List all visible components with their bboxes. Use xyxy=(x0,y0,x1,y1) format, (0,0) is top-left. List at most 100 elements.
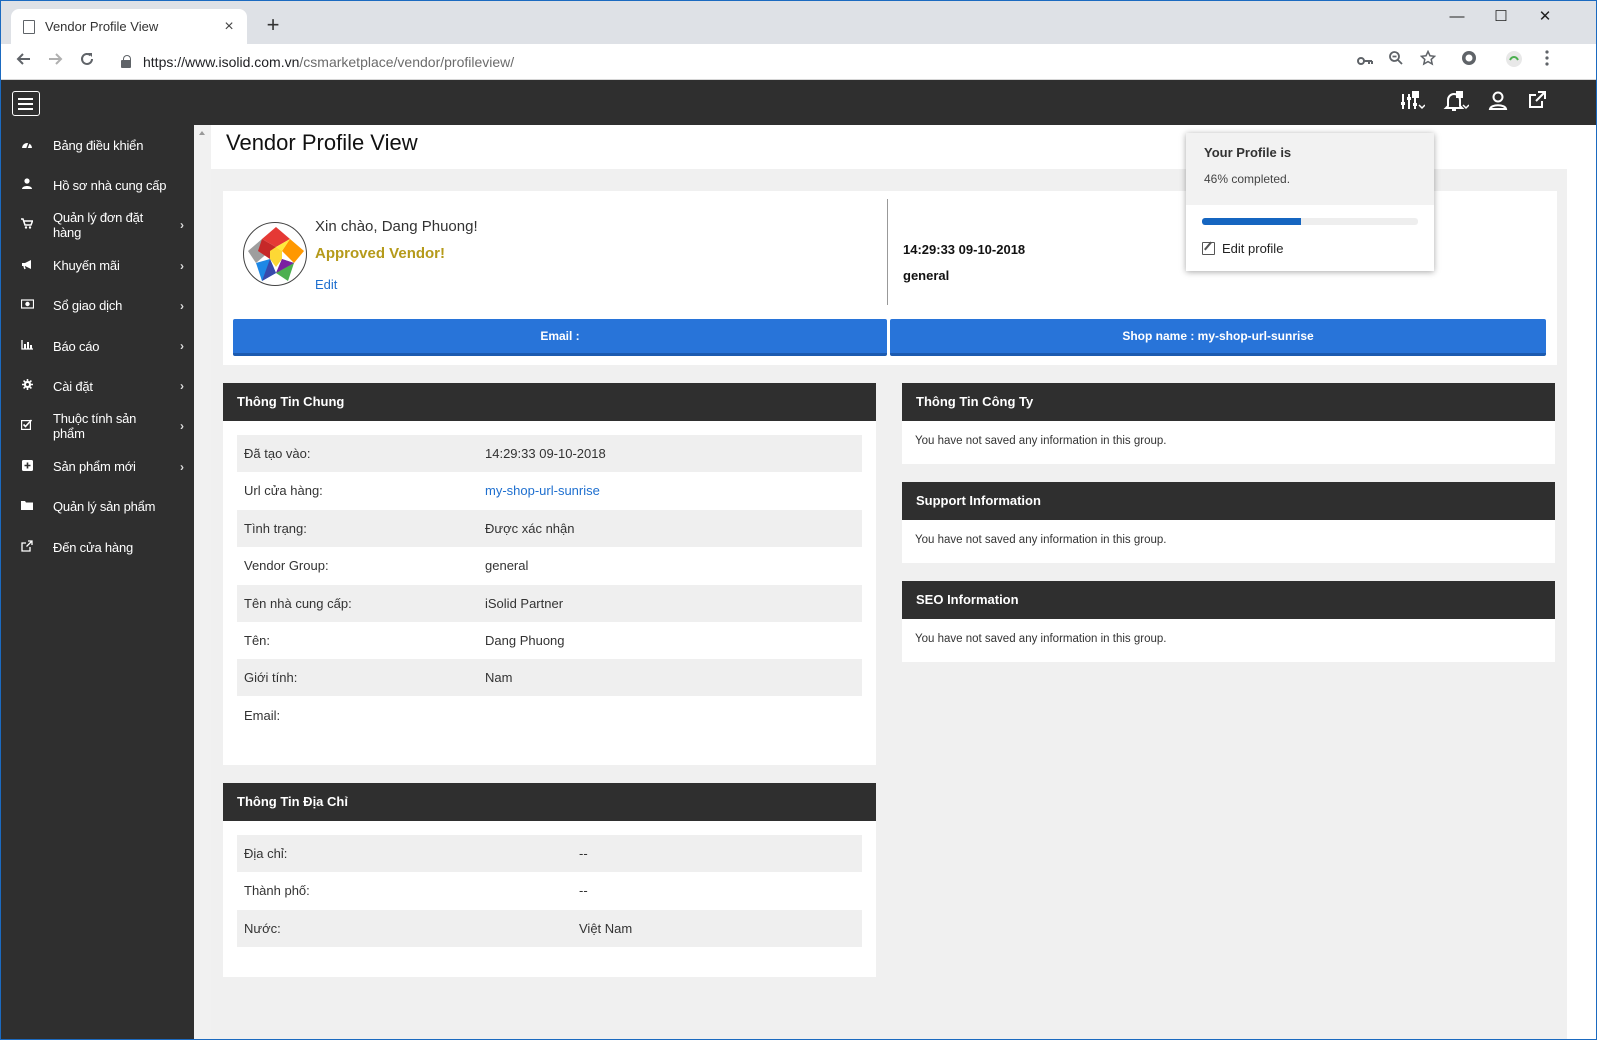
info-label: Url cửa hàng: xyxy=(244,483,323,499)
sidebar-item-label: Sản phẩm mới xyxy=(53,459,136,475)
sidebar-item[interactable]: Báo cáo › xyxy=(1,326,194,366)
profile-completion-dropdown: Your Profile is 46% completed. Edit prof… xyxy=(1186,133,1434,271)
external-store-icon[interactable] xyxy=(1524,90,1550,114)
forward-icon[interactable] xyxy=(42,49,68,75)
info-label: Đã tạo vào: xyxy=(244,446,311,461)
info-row: Url cửa hàng: my-shop-url-sunrise xyxy=(237,472,862,509)
maximize-button[interactable]: ☐ xyxy=(1479,5,1523,29)
approved-status: Approved Vendor! xyxy=(315,245,446,262)
sidebar-item-label: Thuộc tính sản phẩm xyxy=(53,411,137,442)
hamburger-menu-icon[interactable] xyxy=(12,91,40,116)
address-bar[interactable]: https://www.isolid.com.vn/csmarketplace/… xyxy=(111,47,1451,77)
scrollbar[interactable] xyxy=(194,125,211,1039)
info-value[interactable]: my-shop-url-sunrise xyxy=(485,483,600,498)
info-label: Nước: xyxy=(244,920,281,936)
info-label: Vendor Group: xyxy=(244,558,329,574)
info-label: Email: xyxy=(244,707,281,723)
address-info-panel: Thông Tin Địa Chỉ Địa chỉ: -- Thành phố: --… xyxy=(223,783,876,977)
bookmark-star-icon[interactable] xyxy=(1416,49,1440,74)
sidebar: Bảng điều khiển Hồ sơ nhà cung cấp Quản lý… xyxy=(1,125,194,1039)
sidebar-item[interactable]: Bảng điều khiển xyxy=(1,125,194,165)
new-tab-button[interactable]: + xyxy=(259,11,287,39)
email-button[interactable]: Email : xyxy=(233,319,887,356)
key-icon[interactable] xyxy=(1353,50,1377,74)
megaphone-icon xyxy=(1,259,53,273)
menu-dots-icon[interactable] xyxy=(1535,50,1559,74)
scroll-up-icon[interactable] xyxy=(199,131,205,135)
sidebar-item[interactable]: Cài đặt › xyxy=(1,366,194,406)
info-row: Tên nhà cung cấp: iSolid Partner xyxy=(237,584,862,622)
info-row: Địa chỉ: -- xyxy=(237,835,862,872)
sidebar-item[interactable]: Thuộc tính sản phẩm › xyxy=(1,406,194,446)
greeting-text: Xin chào, Dang Phuong! xyxy=(315,218,478,235)
shop-name-button[interactable]: Shop name : my-shop-url-sunrise xyxy=(890,319,1546,356)
sidebar-item-label: Báo cáo xyxy=(53,338,100,354)
back-icon[interactable] xyxy=(11,49,37,75)
folder-icon xyxy=(1,500,53,513)
page-icon xyxy=(23,19,35,34)
sidebar-item[interactable]: Khuyến mãi › xyxy=(1,246,194,286)
info-row: Nước: Việt Nam xyxy=(237,909,862,947)
reload-icon[interactable] xyxy=(74,49,100,75)
sidebar-item[interactable]: Sản phẩm mới › xyxy=(1,447,194,487)
panel-title: Support Information xyxy=(902,482,1555,520)
lock-icon xyxy=(121,55,131,68)
browser-tab[interactable]: Vendor Profile View × xyxy=(11,9,247,44)
info-row: Email: xyxy=(237,697,862,734)
completion-percent: 46% completed. xyxy=(1204,172,1291,186)
sidebar-item[interactable]: Đến cửa hàng xyxy=(1,527,194,567)
panel-title: Thông Tin Địa Chỉ xyxy=(223,783,876,821)
sidebar-item-label: Quản lý đơn đặt hàng xyxy=(53,210,144,241)
empty-message: You have not saved any information in th… xyxy=(915,435,1167,447)
sidebar-item-label: Đến cửa hàng xyxy=(53,539,134,555)
info-label: Thành phố: xyxy=(244,883,310,899)
info-row: Vendor Group: general xyxy=(237,547,862,584)
general-info-panel: Thông Tin Chung Đã tạo vào: 14:29:33 09-1… xyxy=(223,383,876,765)
cart-icon xyxy=(1,218,53,232)
profile-extension-icon[interactable] xyxy=(1502,50,1526,74)
edit-profile-link[interactable]: Edit profile xyxy=(1202,241,1283,256)
support-info-panel: Support Information You have not saved a… xyxy=(902,482,1555,563)
zoom-icon[interactable] xyxy=(1384,50,1408,74)
settings-sliders-icon[interactable] xyxy=(1399,90,1426,114)
sidebar-item-label: Cài đặt xyxy=(53,378,93,394)
info-row: Tình trạng: Được xác nhận xyxy=(237,509,862,547)
company-info-panel: Thông Tin Công Ty You have not saved any… xyxy=(902,383,1555,464)
notification-bell-icon[interactable] xyxy=(1443,90,1470,114)
info-value: Được xác nhận xyxy=(485,520,575,536)
url-host: https://www.isolid.com.vn xyxy=(143,54,300,70)
info-row: Giới tính: Nam xyxy=(237,659,862,697)
edit-avatar-link[interactable]: Edit xyxy=(315,277,337,292)
browser-toolbar: https://www.isolid.com.vn/csmarketplace/… xyxy=(1,44,1596,80)
close-tab-icon[interactable]: × xyxy=(221,18,237,36)
dashboard-icon xyxy=(1,139,53,152)
sidebar-item[interactable]: Quản lý sản phẩm xyxy=(1,487,194,527)
gear-icon xyxy=(1,379,53,393)
sidebar-item[interactable]: Quản lý đơn đặt hàng › xyxy=(1,205,194,245)
empty-message: You have not saved any information in th… xyxy=(915,633,1167,645)
info-row: Thành phố: -- xyxy=(237,872,862,909)
tab-strip: Vendor Profile View × + — ☐ ✕ xyxy=(1,1,1596,44)
close-window-button[interactable]: ✕ xyxy=(1523,5,1567,29)
vendor-avatar xyxy=(243,222,307,286)
user-account-icon[interactable] xyxy=(1485,90,1511,114)
extension-icon[interactable] xyxy=(1457,50,1481,74)
url-path: /csmarketplace/vendor/profileview/ xyxy=(299,54,515,70)
info-value: 14:29:33 09-10-2018 xyxy=(485,446,606,461)
info-value: general xyxy=(485,558,529,574)
info-row: Tên: Dang Phuong xyxy=(237,622,862,659)
info-value: Nam xyxy=(485,670,513,686)
sidebar-item-label: Hồ sơ nhà cung cấp xyxy=(53,177,167,193)
chevron-right-icon: › xyxy=(180,339,184,353)
minimize-button[interactable]: — xyxy=(1435,5,1479,29)
sidebar-item[interactable]: Sổ giao dịch › xyxy=(1,286,194,326)
completion-progress-bar xyxy=(1202,218,1418,225)
chevron-right-icon: › xyxy=(180,459,184,474)
money-icon xyxy=(1,299,53,312)
seo-info-panel: SEO Information You have not saved any i… xyxy=(902,581,1555,662)
info-label: Tên nhà cung cấp: xyxy=(244,595,352,611)
sidebar-item[interactable]: Hồ sơ nhà cung cấp xyxy=(1,165,194,205)
info-value: -- xyxy=(579,883,588,899)
info-row: Đã tạo vào: 14:29:33 09-10-2018 xyxy=(237,435,862,472)
info-value: iSolid Partner xyxy=(485,595,564,611)
